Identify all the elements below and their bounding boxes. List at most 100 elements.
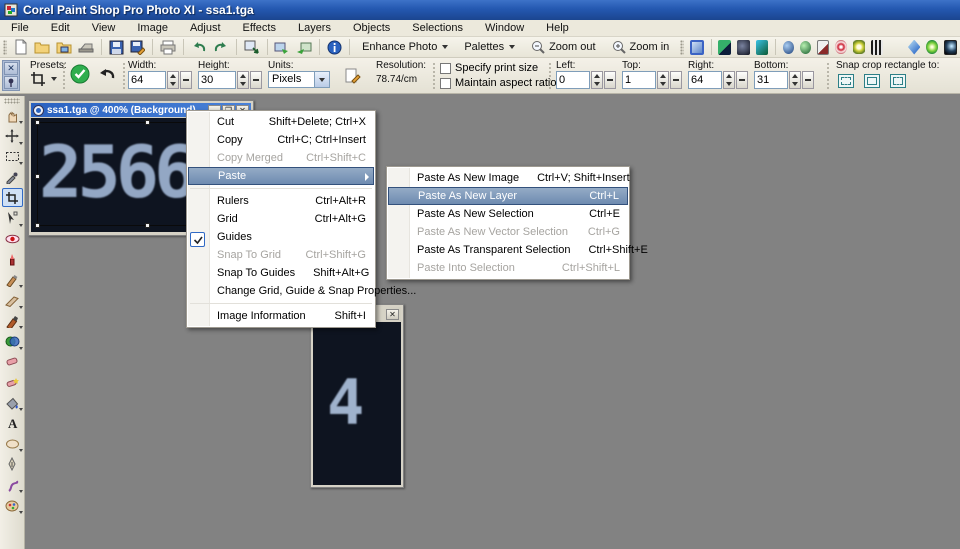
units-select[interactable]: Pixels [268, 71, 330, 88]
dropper-tool[interactable] [2, 168, 23, 187]
flood-fill-tool[interactable] [2, 393, 23, 412]
makeover-tool[interactable] [2, 250, 23, 269]
top-input[interactable] [622, 71, 656, 89]
menu-item-snap-to-guides[interactable]: Snap To Guides Shift+Alt+G [187, 264, 375, 282]
crop-handle[interactable] [35, 120, 40, 125]
effect-sharpen-icon[interactable] [817, 40, 830, 55]
eraser-tool[interactable] [2, 352, 23, 371]
close-palette-icon[interactable]: ✕ [4, 62, 18, 75]
pick-tool[interactable] [2, 209, 23, 228]
menu-item-grid[interactable]: Grid Ctrl+Alt+G [187, 210, 375, 228]
menu-view[interactable]: View [81, 22, 127, 34]
top-slider-button[interactable] [670, 71, 682, 89]
effect-sunburst-icon[interactable] [926, 40, 938, 54]
background-eraser-tool[interactable] [2, 373, 23, 392]
effect-weave-icon[interactable] [871, 40, 884, 55]
right-spinner[interactable] [723, 71, 735, 89]
menu-help[interactable]: Help [535, 22, 580, 34]
menu-item-paste[interactable]: Paste [188, 167, 374, 185]
preset-shape-tool[interactable] [2, 434, 23, 453]
height-input[interactable] [198, 71, 236, 89]
apply-crop-button[interactable] [70, 64, 90, 87]
menu-item-guides[interactable]: Guides [187, 228, 375, 246]
image-information-icon[interactable] [327, 39, 342, 56]
menu-window[interactable]: Window [474, 22, 535, 34]
top-spinner[interactable] [657, 71, 669, 89]
maintain-aspect-ratio-checkbox[interactable]: Maintain aspect ratio [440, 77, 557, 89]
open-file-icon[interactable] [34, 39, 50, 56]
left-spinner[interactable] [591, 71, 603, 89]
menu-item-image-information[interactable]: Image Information Shift+I [187, 307, 375, 325]
bottom-slider-button[interactable] [802, 71, 814, 89]
crop-handle[interactable] [145, 120, 150, 125]
oil-brush-tool[interactable] [2, 496, 23, 515]
effect-ring-icon[interactable] [853, 40, 865, 54]
crop-handle[interactable] [145, 223, 150, 228]
redo-icon[interactable] [213, 39, 229, 56]
submenu-item-paste-as-new-vector-selection[interactable]: Paste As New Vector Selection Ctrl+G [387, 223, 629, 241]
browse-icon[interactable] [56, 39, 72, 56]
menu-item-snap-to-grid[interactable]: Snap To Grid Ctrl+Shift+G [187, 246, 375, 264]
move-tool[interactable] [2, 127, 23, 146]
submenu-item-paste-as-new-image[interactable]: Paste As New Image Ctrl+V; Shift+Insert [387, 169, 629, 187]
save-icon[interactable] [109, 39, 124, 56]
crop-handle[interactable] [35, 223, 40, 228]
export-image-icon[interactable] [274, 39, 290, 56]
left-slider-button[interactable] [604, 71, 616, 89]
new-image-icon[interactable] [13, 39, 28, 56]
pan-tool[interactable] [2, 106, 23, 125]
crop-tool-selected[interactable] [2, 188, 23, 207]
image-window-2-canvas[interactable]: 4 [313, 322, 401, 485]
script-toolbar-icon[interactable] [690, 40, 703, 55]
menu-objects[interactable]: Objects [342, 22, 401, 34]
crop-handle[interactable] [35, 174, 40, 179]
effect-swirl-icon[interactable] [835, 40, 847, 54]
menu-selections[interactable]: Selections [401, 22, 474, 34]
print-icon[interactable] [160, 39, 176, 56]
width-input[interactable] [128, 71, 166, 89]
menu-item-copy-merged[interactable]: Copy Merged Ctrl+Shift+C [187, 149, 375, 167]
submenu-item-paste-into-selection[interactable]: Paste Into Selection Ctrl+Shift+L [387, 259, 629, 277]
submenu-item-paste-as-new-selection[interactable]: Paste As New Selection Ctrl+E [387, 205, 629, 223]
presets-dropdown[interactable] [30, 71, 57, 87]
right-input[interactable] [688, 71, 722, 89]
print-size-icon[interactable] [344, 68, 361, 88]
effect-preview-icon-1[interactable] [718, 40, 731, 55]
units-dropdown-icon[interactable] [314, 72, 329, 87]
pin-palette-icon[interactable] [4, 76, 18, 89]
right-slider-button[interactable] [736, 71, 748, 89]
menu-item-copy[interactable]: Copy Ctrl+C; Ctrl+Insert [187, 131, 375, 149]
palettes-button[interactable]: Palettes [464, 41, 515, 53]
enhance-photo-button[interactable]: Enhance Photo [362, 41, 448, 53]
effect-globe-icon[interactable] [783, 41, 794, 54]
scratch-remover-tool[interactable] [2, 291, 23, 310]
width-spinner[interactable] [167, 71, 179, 89]
menu-edit[interactable]: Edit [40, 22, 81, 34]
save-as-icon[interactable] [130, 39, 145, 56]
color-changer-tool[interactable] [2, 332, 23, 351]
effect-sphere-icon[interactable] [800, 41, 811, 54]
effect-galaxy-icon[interactable] [944, 40, 957, 55]
effect-preview-icon-3[interactable] [756, 40, 769, 55]
snap-layer-opaque-icon[interactable] [838, 74, 854, 88]
image-window-2[interactable]: ✕ 4 [310, 304, 404, 488]
menu-effects[interactable]: Effects [232, 22, 287, 34]
effect-sparkle-icon[interactable] [889, 40, 902, 55]
effect-diamond-icon[interactable] [908, 40, 921, 55]
toolbar-grip[interactable] [680, 40, 684, 55]
menu-adjust[interactable]: Adjust [179, 22, 232, 34]
reset-crop-button[interactable] [98, 66, 116, 85]
snap-merged-opaque-icon[interactable] [864, 74, 880, 88]
undo-icon[interactable] [191, 39, 207, 56]
scanner-import-icon[interactable] [78, 39, 94, 56]
width-slider-button[interactable] [180, 71, 192, 89]
red-eye-tool[interactable] [2, 229, 23, 248]
screen-capture-icon[interactable] [296, 39, 312, 56]
menu-item-cut[interactable]: Cut Shift+Delete; Ctrl+X [187, 113, 375, 131]
bottom-spinner[interactable] [789, 71, 801, 89]
height-spinner[interactable] [237, 71, 249, 89]
paint-brush-tool[interactable] [2, 311, 23, 330]
snap-full-image-icon[interactable] [890, 74, 906, 88]
menu-item-rulers[interactable]: Rulers Ctrl+Alt+R [187, 192, 375, 210]
menu-image[interactable]: Image [126, 22, 179, 34]
